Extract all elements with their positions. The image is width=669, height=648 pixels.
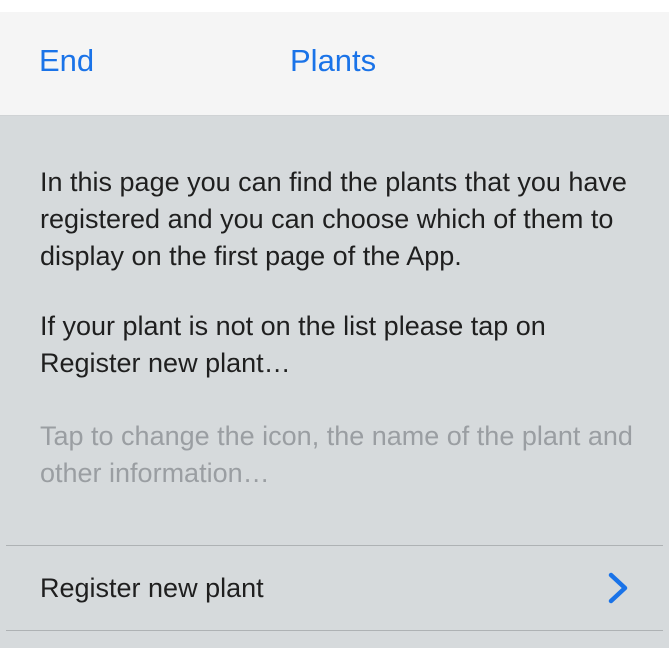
hint-text: Tap to change the icon, the name of the … [40, 421, 633, 488]
list-divider-bottom [6, 630, 663, 631]
navigation-bar: End Plants [0, 12, 669, 116]
main-content: In this page you can find the plants tha… [0, 116, 669, 648]
end-button[interactable]: End [39, 42, 94, 80]
instruction-text: If your plant is not on the list please … [40, 311, 546, 378]
intro-text: In this page you can find the plants tha… [40, 167, 627, 271]
status-strip [0, 0, 669, 12]
page-title: Plants [290, 43, 377, 78]
register-new-plant-row[interactable]: Register new plant [0, 546, 669, 630]
chevron-right-icon [608, 572, 628, 604]
register-new-plant-label: Register new plant [40, 573, 264, 603]
